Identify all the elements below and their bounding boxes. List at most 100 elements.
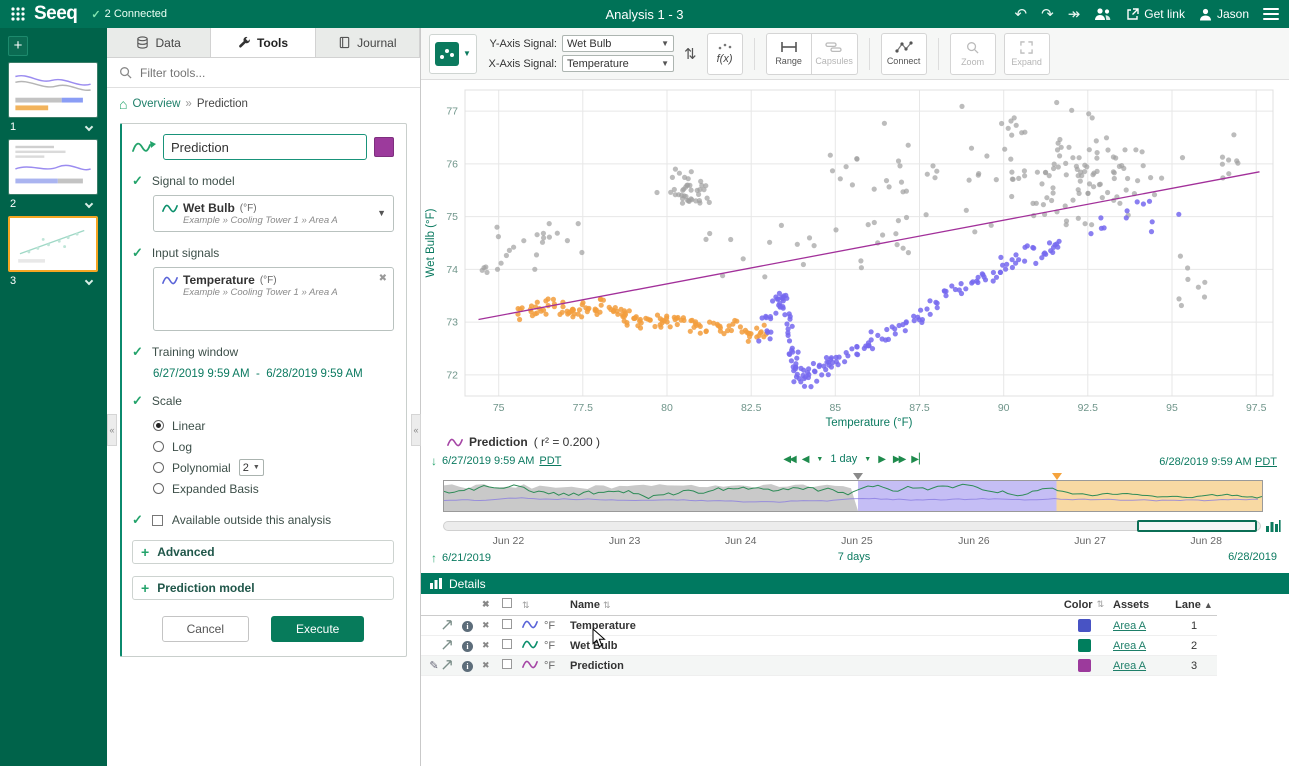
zoom-button[interactable]: Zoom: [950, 33, 996, 75]
remove-icon[interactable]: ✖: [482, 640, 502, 651]
asset-link[interactable]: Area A: [1113, 640, 1146, 652]
redo-all-icon[interactable]: ↠: [1068, 7, 1081, 22]
chevron-down-icon[interactable]: [85, 277, 93, 285]
expand-button[interactable]: Expand: [1004, 33, 1050, 75]
half-step-forward-icon[interactable]: ▼: [864, 456, 871, 463]
collapse-worksheets-handle[interactable]: «: [107, 414, 117, 446]
chart-type-button[interactable]: ▼: [429, 34, 477, 74]
timebar-duration[interactable]: 7 days: [838, 551, 870, 563]
scatter-chart[interactable]: 7577.58082.58587.59092.59597.57273747576…: [421, 80, 1289, 432]
color-swatch[interactable]: [1078, 619, 1091, 632]
chevron-down-icon[interactable]: [85, 200, 93, 208]
app-grid-icon[interactable]: [10, 6, 26, 22]
name-column-header[interactable]: Name ⇅: [570, 599, 1055, 611]
users-icon[interactable]: [1094, 7, 1112, 21]
collapse-panel-handle[interactable]: «: [411, 414, 421, 446]
select-all-checkbox[interactable]: [502, 598, 512, 608]
color-cell[interactable]: [1055, 619, 1113, 632]
row-checkbox[interactable]: [502, 639, 522, 652]
asset-link[interactable]: Area A: [1113, 660, 1146, 672]
color-picker-swatch[interactable]: [374, 137, 394, 157]
worksheet-thumbnail[interactable]: [8, 62, 98, 118]
prediction-name-input[interactable]: [163, 134, 367, 160]
redo-icon[interactable]: ↷: [1041, 7, 1054, 22]
info-icon[interactable]: i: [462, 660, 482, 672]
worksheet-thumbnail[interactable]: [8, 139, 98, 195]
color-swatch[interactable]: [1078, 659, 1091, 672]
scale-option-expanded-basis[interactable]: Expanded Basis: [153, 478, 394, 499]
worksheet-2[interactable]: 2: [8, 139, 99, 210]
remove-signal-icon[interactable]: ✖: [379, 273, 387, 284]
signal-name[interactable]: Temperature: [570, 620, 1055, 632]
info-icon[interactable]: i: [462, 620, 482, 632]
capsules-button[interactable]: Capsules: [812, 33, 858, 75]
signal-name[interactable]: Prediction: [570, 660, 1055, 672]
range-button[interactable]: Range: [766, 33, 812, 75]
range-start[interactable]: ↓ 6/27/2019 9:59 AM PDT: [431, 454, 561, 468]
half-step-back-icon[interactable]: ▼: [816, 456, 823, 463]
timebar-end[interactable]: 6/28/2019: [1228, 551, 1277, 563]
scale-option-polynomial[interactable]: Polynomial 2▼: [153, 457, 394, 478]
worksheet-3[interactable]: 3: [8, 216, 99, 287]
lane-column-header[interactable]: Lane ▲: [1171, 599, 1217, 611]
radio[interactable]: [153, 441, 164, 452]
user-menu[interactable]: Jason: [1199, 7, 1249, 21]
connect-button[interactable]: Connect: [881, 33, 927, 75]
info-icon[interactable]: i: [462, 640, 482, 652]
signal-name[interactable]: Wet Bulb: [570, 640, 1055, 652]
row-checkbox[interactable]: [502, 659, 522, 672]
analysis-title[interactable]: Analysis 1 - 3: [605, 7, 683, 22]
color-cell[interactable]: [1055, 659, 1113, 672]
undo-icon[interactable]: ↶: [1015, 7, 1028, 22]
assets-column-header[interactable]: Assets: [1113, 599, 1171, 611]
tab-data[interactable]: Data: [107, 28, 211, 57]
worksheet-1[interactable]: 1: [8, 62, 99, 133]
trend-arrow-icon[interactable]: [442, 619, 462, 633]
chevron-down-icon[interactable]: [85, 123, 93, 131]
step-back-double-icon[interactable]: ◀◀: [783, 454, 794, 465]
step-to-now-icon[interactable]: ▶▏: [911, 454, 926, 465]
step-forward-double-icon[interactable]: ▶▶: [893, 454, 904, 465]
new-worksheet-button[interactable]: +: [8, 36, 28, 56]
sort-icon[interactable]: ⇅: [1097, 599, 1105, 610]
remove-all-icon[interactable]: ✖: [482, 599, 502, 610]
table-row[interactable]: i ✖ °F Temperature Area A 1: [421, 616, 1217, 636]
polynomial-degree-select[interactable]: 2▼: [239, 459, 264, 476]
color-swatch[interactable]: [1078, 639, 1091, 652]
timebar-selection[interactable]: [1137, 520, 1257, 532]
edit-icon[interactable]: ✎: [426, 659, 442, 672]
scale-option-log[interactable]: Log: [153, 436, 394, 457]
prediction-model-expander[interactable]: + Prediction model: [132, 576, 394, 600]
timebar-chart-icon[interactable]: [1265, 519, 1281, 533]
step-back-icon[interactable]: ◀: [802, 454, 810, 465]
color-column-header[interactable]: Color⇅: [1055, 599, 1113, 611]
step-forward-icon[interactable]: ▶: [878, 454, 886, 465]
home-icon[interactable]: ⌂: [119, 97, 127, 111]
advanced-expander[interactable]: + Advanced: [132, 540, 394, 564]
timeline-preview-strip[interactable]: [443, 480, 1263, 512]
remove-icon[interactable]: ✖: [482, 620, 502, 631]
table-row[interactable]: ✎ i ✖ °F Prediction Area A 3: [421, 656, 1217, 676]
y-axis-signal-select[interactable]: Wet Bulb▼: [562, 35, 674, 52]
training-window-dates[interactable]: 6/27/2019 9:59 AM - 6/28/2019 9:59 AM: [153, 368, 363, 380]
details-panel-header[interactable]: Details: [421, 573, 1289, 594]
trend-arrow-icon[interactable]: [442, 659, 462, 673]
fx-button[interactable]: f(x): [707, 33, 743, 75]
row-checkbox[interactable]: [502, 619, 522, 632]
radio-selected[interactable]: [153, 420, 164, 431]
timebar-track[interactable]: [443, 520, 1261, 532]
connection-status[interactable]: ✓2 Connected: [91, 8, 167, 21]
timezone-link[interactable]: PDT: [1255, 456, 1277, 468]
available-outside-checkbox[interactable]: [152, 515, 163, 526]
cancel-button[interactable]: Cancel: [162, 616, 249, 642]
worksheet-thumbnail-selected[interactable]: [8, 216, 98, 272]
table-row[interactable]: i ✖ °F Wet Bulb Area A 2: [421, 636, 1217, 656]
hamburger-menu-icon[interactable]: [1263, 5, 1279, 23]
sort-icon[interactable]: ⇅: [522, 600, 530, 610]
signal-to-model-select[interactable]: Wet Bulb (°F) Example » Cooling Tower 1 …: [153, 195, 394, 232]
swap-axes-icon[interactable]: ⇅: [682, 45, 699, 63]
step-size-label[interactable]: 1 day: [830, 453, 857, 465]
range-end[interactable]: 6/28/2019 9:59 AM PDT: [1159, 454, 1277, 468]
asset-link[interactable]: Area A: [1113, 620, 1146, 632]
remove-icon[interactable]: ✖: [482, 660, 502, 671]
